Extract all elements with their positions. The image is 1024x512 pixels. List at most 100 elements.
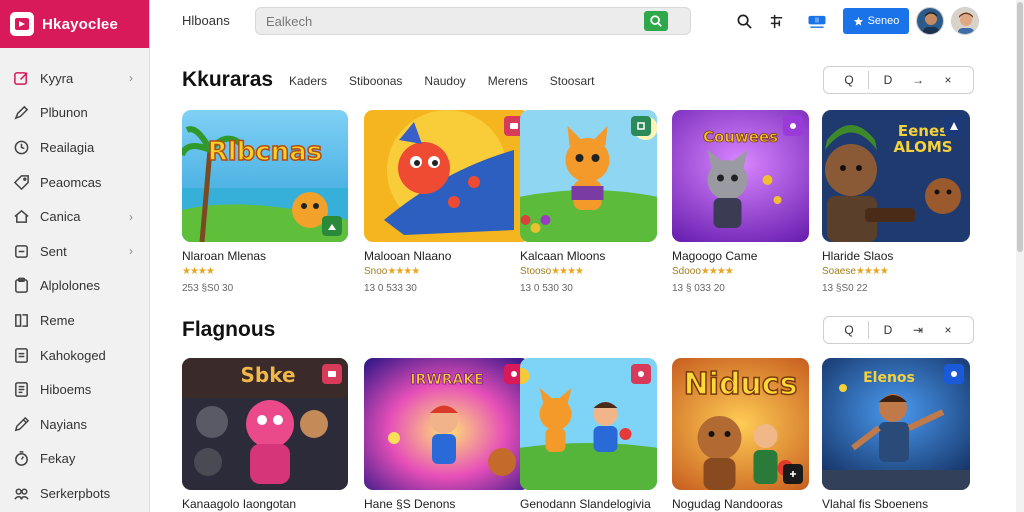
sidebar-item-3[interactable]: Peaomcas (0, 165, 149, 200)
people-icon (12, 484, 30, 502)
user-avatar-secondary[interactable] (951, 7, 979, 35)
game-rating: Sdooo★★★★ (672, 266, 820, 277)
timer-icon (12, 450, 30, 468)
section-featured: Kkuraras Kaders Stiboonas Naudoy Merens … (182, 66, 974, 306)
sidebar-item-10[interactable]: Nayians (0, 407, 149, 442)
search-control-button[interactable]: Q (834, 73, 864, 87)
game-title[interactable]: Magoogo Came (672, 249, 820, 263)
game-title[interactable]: Vlahal fis Sboenens (822, 497, 974, 511)
user-avatar[interactable] (916, 7, 944, 35)
game-title[interactable]: Malooan Nlaano (364, 249, 530, 263)
svg-text:Couwees: Couwees (703, 128, 778, 146)
search-input[interactable] (256, 8, 636, 34)
game-thumbnail[interactable] (520, 358, 657, 490)
sidebar-item-label: Fekay (40, 451, 76, 467)
game-title[interactable]: Hlaride Slaos (822, 249, 974, 263)
app-logo-icon (10, 12, 34, 36)
search-icon[interactable] (735, 12, 753, 30)
section-title: Kkuraras (182, 68, 274, 91)
next-control-button[interactable]: → (903, 73, 933, 87)
close-control-button[interactable]: × (933, 323, 963, 337)
tab-naudoy[interactable]: Naudoy (424, 74, 465, 88)
game-thumbnail[interactable]: Eenes ALOMS (822, 110, 970, 242)
tab-stiboonas[interactable]: Stiboonas (349, 74, 402, 88)
primary-button-label: Seneo (867, 15, 900, 27)
game-thumbnail[interactable]: Elenos (822, 358, 970, 490)
chevron-right-icon[interactable]: › (129, 71, 133, 85)
section-controls: Q D → × (823, 66, 974, 94)
filter-icon[interactable] (767, 12, 785, 30)
game-card[interactable]: Genodann Slandelogivia (520, 358, 668, 511)
game-title[interactable]: Hane §S Denons (364, 497, 530, 511)
game-card[interactable]: Rlbcnas Nlaroan Mlenas ★★★★ 253 §S0 30 (182, 110, 348, 294)
sidebar-item-7[interactable]: Reme (0, 303, 149, 338)
game-title[interactable]: Kanaagolo Iaongotan (182, 497, 348, 511)
sidebar-item-4[interactable]: Canica › (0, 199, 149, 234)
game-card[interactable]: Elenos Vlahal fis Sboenens (822, 358, 974, 511)
sidebar-item-label: Sent (40, 243, 67, 259)
sidebar-item-1[interactable]: Plbunon (0, 96, 149, 131)
platform-badge-icon (944, 116, 964, 136)
sidebar-item-label: Hiboems (40, 382, 92, 398)
game-card[interactable]: Couwees Magoogo Came Sdooo★★★★ 13 § 033 20 (672, 110, 820, 294)
sidebar-item-label: Reme (40, 312, 75, 328)
sidebar-item-2[interactable]: Reailagia (0, 130, 149, 165)
refresh-control-button[interactable]: D (873, 323, 903, 337)
tab-kaders[interactable]: Kaders (289, 74, 327, 88)
game-card[interactable]: Niducs Nogudag Nandooras (672, 358, 820, 511)
section-popular: Flagnous Q D ⇥ × Sbke Kanaagolo Iaongotan… (182, 316, 974, 512)
sidebar-item-label: Canica (40, 209, 81, 225)
divider (868, 321, 869, 339)
cart-icon[interactable]: II (806, 12, 828, 30)
tab-stoosart[interactable]: Stoosart (550, 74, 595, 88)
game-thumbnail[interactable]: Niducs (672, 358, 809, 490)
next-control-button[interactable]: ⇥ (903, 323, 933, 337)
sidebar-item-5[interactable]: Sent › (0, 234, 149, 269)
sidebar-item-0[interactable]: Kyyra › (0, 61, 149, 96)
edit-square-icon (12, 69, 30, 87)
sidebar-item-8[interactable]: Kahokoged (0, 338, 149, 373)
game-title[interactable]: Genodann Slandelogivia (520, 497, 668, 511)
game-title[interactable]: Nogudag Nandooras (672, 497, 820, 511)
game-title[interactable]: Kalcaan Mloons (520, 249, 668, 263)
tab-merens[interactable]: Merens (488, 74, 528, 88)
game-card[interactable]: IRWRAKE Hane §S Denons (364, 358, 530, 511)
sidebar-item-11[interactable]: Fekay (0, 442, 149, 477)
header-link[interactable]: Hlboans (182, 13, 230, 28)
game-thumbnail[interactable] (520, 110, 657, 242)
scrollbar[interactable] (1016, 0, 1024, 512)
brand[interactable]: Hkayoclee (0, 0, 149, 48)
game-title[interactable]: Nlaroan Mlenas (182, 249, 348, 263)
game-card[interactable]: Malooan Nlaano Snoo★★★★ 13 0 533 30 (364, 110, 530, 294)
game-meta: 13 0 533 30 (364, 283, 417, 294)
platform-badge-icon (322, 364, 342, 384)
chevron-right-icon[interactable]: › (129, 210, 133, 224)
game-thumbnail[interactable] (364, 110, 530, 242)
game-thumbnail[interactable]: IRWRAKE (364, 358, 530, 490)
game-thumbnail[interactable]: Sbke (182, 358, 348, 490)
sidebar-item-12[interactable]: Serkerpbots (0, 476, 149, 511)
home-icon (12, 208, 30, 226)
search-control-button[interactable]: Q (834, 323, 864, 337)
sidebar-item-6[interactable]: Alplolones (0, 269, 149, 304)
game-thumbnail[interactable]: Couwees (672, 110, 809, 242)
sidebar-item-label: Nayians (40, 416, 87, 432)
tag-icon (12, 173, 30, 191)
sidebar: Hkayoclee Kyyra › Plbunon Reailagia Peaomcas… (0, 0, 150, 512)
game-card[interactable]: Kalcaan Mloons Stooso★★★★ 13 0 530 30 (520, 110, 668, 294)
document-icon (12, 346, 30, 364)
sidebar-item-label: Kyyra (40, 70, 74, 86)
primary-action-button[interactable]: Seneo (843, 8, 909, 34)
chevron-right-icon[interactable]: › (129, 244, 133, 258)
platform-badge-icon (783, 464, 803, 484)
sidebar-item-9[interactable]: Hiboems (0, 372, 149, 407)
scrollbar-thumb[interactable] (1017, 2, 1023, 252)
close-control-button[interactable]: × (933, 73, 963, 87)
refresh-control-button[interactable]: D (873, 73, 903, 87)
game-card[interactable]: Sbke Kanaagolo Iaongotan (182, 358, 348, 511)
search-button[interactable] (644, 11, 668, 31)
svg-text:II: II (815, 16, 819, 24)
box-icon (12, 242, 30, 260)
game-thumbnail[interactable]: Rlbcnas (182, 110, 348, 242)
game-card[interactable]: Eenes ALOMS Hlaride Slaos Soaese★★★★ 13 §S0 … (822, 110, 974, 294)
